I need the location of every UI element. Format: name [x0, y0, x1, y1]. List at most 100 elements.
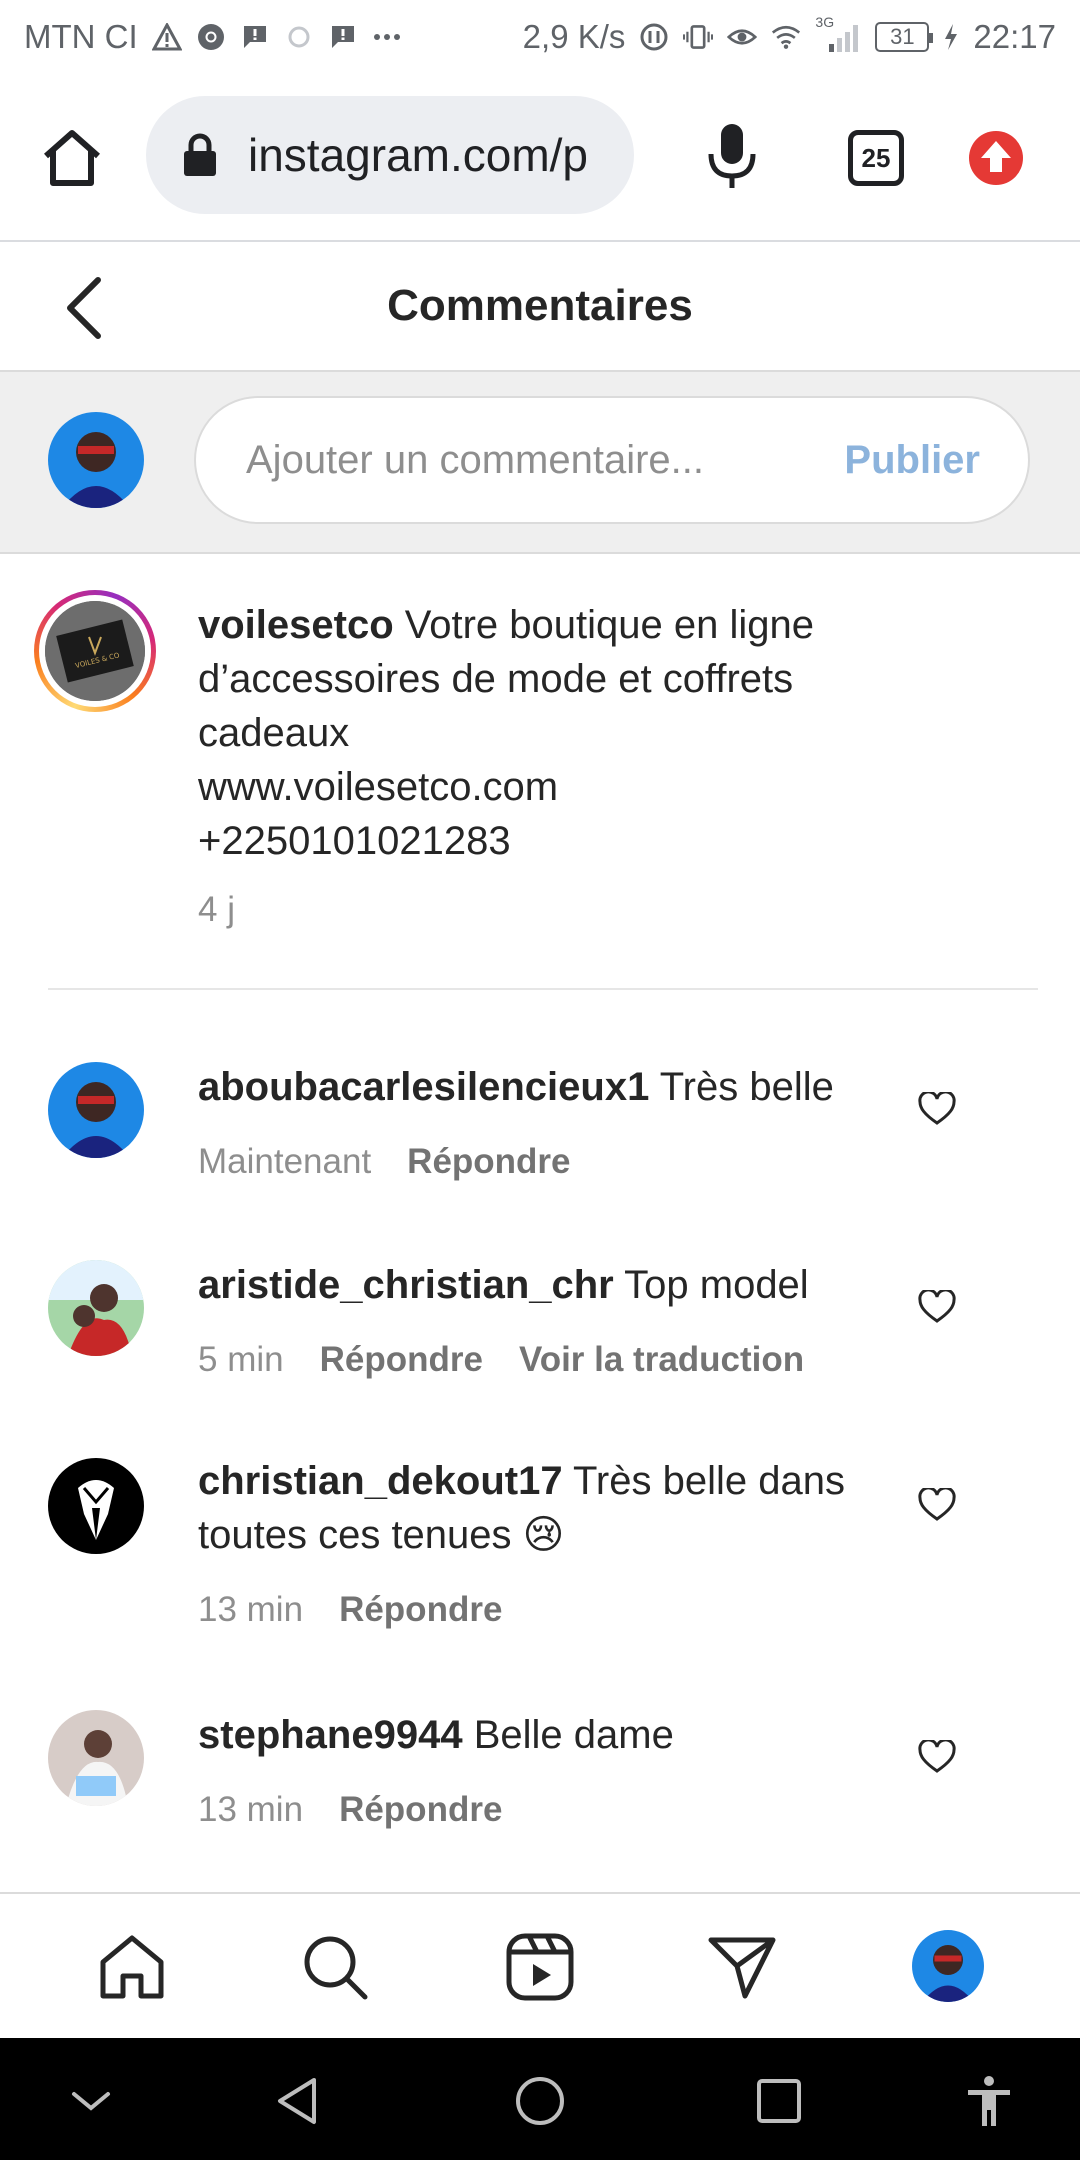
browser-toolbar: instagram.com/p 25	[0, 74, 1080, 242]
sync-icon	[284, 22, 314, 52]
bottom-navigation	[0, 1892, 1080, 2038]
comment-composer: Ajouter un commentaire... Publier	[0, 372, 1080, 554]
post-caption: VOILES & CO voilesetco Votre boutique en…	[0, 554, 1080, 992]
comment-text: christian_dekout17 Très belle dans toute…	[198, 1454, 898, 1562]
battery-level: 31	[890, 24, 915, 49]
see-translation-button[interactable]: Voir la traduction	[519, 1340, 804, 1380]
back-button[interactable]	[56, 276, 116, 340]
home-circle-icon[interactable]	[513, 2074, 567, 2128]
comment-item: aristide_christian_chr Top model 5 min R…	[0, 1250, 1080, 1420]
carrier-label: MTN CI	[24, 18, 138, 55]
reply-button[interactable]: Répondre	[339, 1590, 502, 1630]
comment-meta: 13 min Répondre	[198, 1590, 502, 1630]
brand-logo: VOILES & CO	[45, 601, 145, 701]
comment-username[interactable]: christian_dekout17	[198, 1459, 563, 1503]
chrome-icon	[196, 22, 226, 52]
caption-text: voilesetco Votre boutique en ligne d’acc…	[198, 598, 1038, 868]
like-heart-icon[interactable]	[918, 1740, 956, 1774]
comment-input[interactable]: Ajouter un commentaire... Publier	[194, 396, 1030, 524]
profile-avatar[interactable]	[912, 1930, 984, 2002]
comment-input-placeholder: Ajouter un commentaire...	[246, 437, 704, 482]
warning-icon	[151, 22, 182, 52]
caption-phone: +2250101021283	[198, 819, 511, 863]
search-icon[interactable]	[300, 1932, 370, 2002]
tab-switcher-button[interactable]: 25	[848, 130, 904, 186]
vibrate-icon	[683, 22, 714, 52]
url-text: instagram.com/p	[248, 129, 589, 181]
like-heart-icon[interactable]	[918, 1290, 956, 1324]
reels-icon[interactable]	[505, 1932, 575, 2002]
like-heart-icon[interactable]	[918, 1488, 956, 1522]
comment-text: aboubacarlesilencieux1 Très belle	[198, 1060, 878, 1114]
data-saver-icon	[639, 22, 669, 52]
caption-website: www.voilesetco.com	[198, 765, 559, 809]
browser-home-button[interactable]	[40, 126, 104, 190]
comment-meta: 5 min Répondre Voir la traduction	[198, 1340, 804, 1380]
signal-icon: 3G	[815, 14, 861, 52]
back-arrow-icon	[67, 277, 101, 339]
hide-keyboard-chevron-icon[interactable]	[64, 2074, 118, 2128]
comment-item: christian_dekout17 Très belle dans toute…	[0, 1448, 1080, 1668]
like-heart-icon[interactable]	[918, 1092, 956, 1126]
status-bar: MTN CI 2,9 K/s 3G 31 22:17	[0, 0, 1080, 74]
reply-button[interactable]: Répondre	[320, 1340, 483, 1380]
comment-timestamp: 13 min	[198, 1590, 304, 1629]
update-arrow-icon	[969, 131, 1023, 185]
comment-username[interactable]: stephane9944	[198, 1713, 463, 1757]
network-speed: 2,9 K/s	[522, 18, 626, 55]
eye-icon	[727, 22, 758, 52]
browser-update-button[interactable]	[968, 130, 1024, 186]
comment-body: Belle dame	[473, 1713, 674, 1757]
comment-username[interactable]: aboubacarlesilencieux1	[198, 1065, 649, 1109]
comment-timestamp: Maintenant	[198, 1142, 372, 1181]
author-username[interactable]: voilesetco	[198, 603, 394, 647]
recents-square-icon[interactable]	[752, 2074, 806, 2128]
message-alert-icon	[240, 22, 270, 52]
home-icon[interactable]	[97, 1932, 167, 2002]
comment-body: Top model	[624, 1263, 809, 1307]
caption-line-2: d’accessoires de mode et coffrets	[198, 657, 794, 701]
comment-item: aboubacarlesilencieux1 Très belle Mainte…	[0, 1050, 1080, 1220]
caption-line-1: Votre boutique en ligne	[404, 603, 814, 647]
wifi-icon	[771, 22, 801, 52]
accessibility-icon[interactable]	[962, 2074, 1016, 2128]
address-bar[interactable]: instagram.com/p	[146, 96, 634, 214]
author-avatar-ring[interactable]: VOILES & CO	[34, 590, 156, 712]
comment-avatar[interactable]	[48, 1062, 144, 1158]
comment-username[interactable]: aristide_christian_chr	[198, 1263, 614, 1307]
clock: 22:17	[973, 18, 1056, 55]
comment-item: stephane9944 Belle dame 13 min Répondre	[0, 1700, 1080, 1870]
microphone-icon	[708, 124, 756, 188]
caption-timestamp: 4 j	[198, 890, 235, 929]
system-navigation-bar	[0, 2038, 1080, 2160]
comment-body: Très belle	[659, 1065, 834, 1109]
lock-icon	[184, 133, 216, 176]
caption-line-3: cadeaux	[198, 711, 350, 755]
comment-avatar[interactable]	[48, 1260, 144, 1356]
comment-timestamp: 13 min	[198, 1790, 304, 1829]
battery-indicator: 31	[875, 22, 934, 52]
tab-count: 25	[861, 142, 891, 173]
status-left: MTN CI	[24, 18, 402, 56]
comment-meta: 13 min Répondre	[198, 1790, 502, 1830]
home-icon	[44, 130, 100, 186]
charging-icon	[943, 22, 959, 52]
back-triangle-icon[interactable]	[272, 2074, 326, 2128]
caption-divider	[48, 988, 1038, 990]
voice-search-button[interactable]	[702, 122, 762, 190]
reply-button[interactable]: Répondre	[407, 1142, 570, 1182]
status-right: 2,9 K/s 3G 31 22:17	[522, 14, 1056, 56]
comment-text: aristide_christian_chr Top model	[198, 1258, 878, 1312]
comment-meta: Maintenant Répondre	[198, 1142, 571, 1182]
page-title: Commentaires	[387, 281, 693, 330]
author-avatar: VOILES & CO	[45, 601, 145, 701]
direct-message-icon[interactable]	[707, 1932, 777, 2002]
comment-avatar[interactable]	[48, 1458, 144, 1554]
publish-button[interactable]: Publier	[844, 438, 980, 483]
current-user-avatar	[48, 412, 144, 508]
reply-button[interactable]: Répondre	[339, 1790, 502, 1830]
comment-avatar[interactable]	[48, 1710, 144, 1806]
comment-timestamp: 5 min	[198, 1340, 284, 1379]
comments-header: Commentaires	[0, 242, 1080, 372]
network-type: 3G	[815, 14, 835, 30]
